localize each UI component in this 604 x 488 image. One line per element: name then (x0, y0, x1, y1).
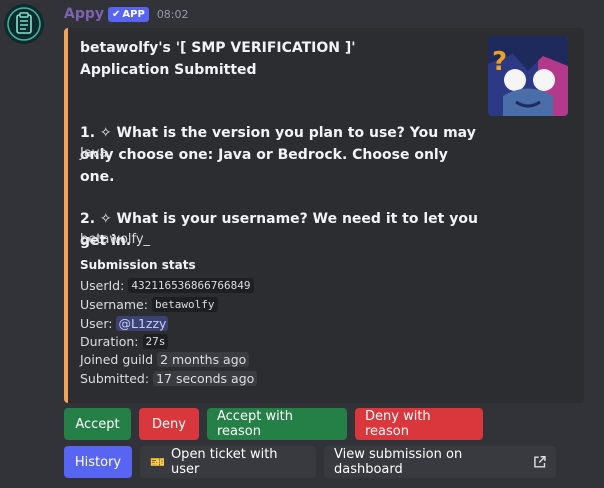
stat-label: User: (80, 315, 113, 331)
stat-value[interactable]: 17 seconds ago (153, 370, 258, 386)
svg-text:?: ? (492, 47, 507, 77)
open-ticket-label: Open ticket with user (170, 447, 278, 477)
question-1: 1. ✧ What is the version you plan to use… (80, 125, 476, 185)
deny-with-reason-button[interactable]: Deny with reason (355, 408, 483, 440)
stat-value: 432116536866766849 (128, 277, 254, 293)
stat-label: Submitted: (80, 370, 150, 386)
open-ticket-button[interactable]: 🎫 Open ticket with user (140, 446, 316, 478)
stat-value[interactable]: 2 months ago (157, 351, 250, 367)
stat-userid: UserId: 432116536866766849 (80, 276, 254, 294)
stat-label: UserId: (80, 277, 125, 293)
message-header: Appy ✔ APP 08:02 (64, 5, 189, 23)
message-timestamp[interactable]: 08:02 (157, 8, 189, 21)
accept-with-reason-button[interactable]: Accept with reason (207, 408, 347, 440)
embed-thumbnail[interactable]: ? (488, 36, 568, 116)
bot-avatar[interactable] (4, 4, 44, 44)
history-button[interactable]: History (64, 446, 132, 478)
stat-submitted: Submitted: 17 seconds ago (80, 369, 258, 387)
app-badge-label: APP (122, 8, 145, 20)
external-link-icon (533, 456, 546, 468)
app-badge: ✔ APP (108, 6, 149, 22)
application-embed: betawolfy's '[ SMP VERIFICATION ]' Appli… (64, 28, 584, 403)
stat-value: 27s (142, 333, 169, 349)
bot-username[interactable]: Appy (64, 6, 104, 22)
ticket-icon: 🎫 (150, 455, 165, 469)
deny-button[interactable]: Deny (139, 408, 199, 440)
accept-button[interactable]: Accept (64, 408, 131, 440)
user-avatar-image: ? (488, 36, 568, 116)
embed-title: betawolfy's '[ SMP VERIFICATION ]' Appli… (80, 40, 356, 78)
stat-label: Joined guild (80, 351, 154, 367)
answer-2: betawolfy_ (80, 232, 151, 247)
stat-joined: Joined guild 2 months ago (80, 350, 250, 368)
user-mention[interactable]: @L1zzy (116, 315, 169, 331)
stat-label: Username: (80, 296, 148, 312)
stat-user: User: @L1zzy (80, 314, 169, 332)
checkmark-icon: ✔ (112, 8, 121, 20)
answer-1: Java (80, 146, 108, 161)
stat-value: betawolfy (151, 296, 218, 312)
stat-duration: Duration: 27s (80, 332, 169, 350)
clipboard-icon (7, 7, 41, 41)
view-dashboard-button[interactable]: View submission on dashboard (324, 446, 556, 478)
stats-heading: Submission stats (80, 258, 196, 272)
view-dashboard-label: View submission on dashboard (334, 447, 463, 477)
stat-username: Username: betawolfy (80, 295, 218, 313)
stat-label: Duration: (80, 333, 139, 349)
